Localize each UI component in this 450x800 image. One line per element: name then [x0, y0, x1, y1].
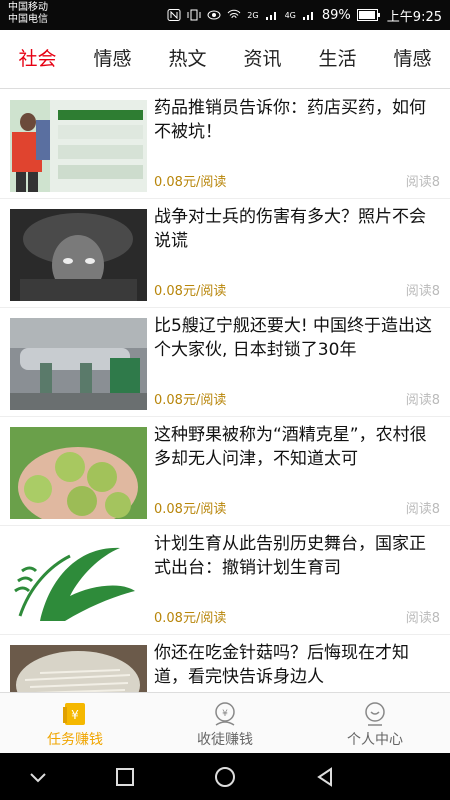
article-title: 药品推销员告诉你：药店买药，如何不被坑！	[154, 98, 426, 142]
article-thumbnail	[10, 318, 147, 410]
article-item[interactable]: 你还在吃金针菇吗？后悔现在才知道，看完快告诉身边人	[0, 635, 450, 692]
carrier-primary: 中国移动	[8, 2, 48, 13]
article-read-count: 阅读8	[405, 393, 440, 408]
tab-emotion-2[interactable]: 情感	[375, 30, 450, 88]
article-item[interactable]: 这种野果被称为“酒精克星”，农村很多却无人问津，不知道太可 0.08元/阅读 阅…	[0, 417, 450, 526]
vibrate-icon	[187, 9, 201, 21]
tab-life[interactable]: 生活	[300, 30, 375, 88]
article-thumbnail	[10, 536, 147, 628]
status-icons: 2G 4G 89% 上午9:25	[167, 0, 442, 30]
article-list: 药品推销员告诉你：药店买药，如何不被坑！ 0.08元/阅读 阅读8 战争对士兵的…	[0, 90, 450, 692]
article-title: 战争对士兵的伤害有多大？照片不会说谎	[154, 207, 426, 251]
article-read-count: 阅读8	[405, 284, 440, 299]
nav-apprentice-earn[interactable]: ¥ 收徒赚钱	[150, 693, 300, 754]
article-title: 计划生育从此告别历史舞台，国家正式出台：撤销计划生育司	[154, 534, 426, 578]
apprentice-icon: ¥	[215, 702, 235, 726]
bottom-nav: ¥ 任务赚钱 ¥ 收徒赚钱 个人中心	[0, 692, 450, 754]
article-thumbnail	[10, 427, 147, 519]
network-4g-label: 4G	[284, 10, 296, 20]
article-thumbnail	[10, 645, 147, 692]
svg-text:¥: ¥	[71, 708, 79, 722]
nav-task-earn[interactable]: ¥ 任务赚钱	[0, 693, 150, 754]
clock: 上午9:25	[386, 9, 442, 25]
nav-task-earn-label: 任务赚钱	[47, 732, 103, 748]
home-icon[interactable]	[213, 765, 237, 789]
nav-profile[interactable]: 个人中心	[300, 693, 450, 754]
tab-news[interactable]: 资讯	[225, 30, 300, 88]
article-thumbnail	[10, 100, 147, 192]
article-reward: 0.08元/阅读	[154, 393, 227, 408]
tab-hot[interactable]: 热文	[150, 30, 225, 88]
article-reward: 0.08元/阅读	[154, 611, 227, 626]
article-read-count: 阅读8	[405, 175, 440, 190]
article-reward: 0.08元/阅读	[154, 175, 227, 190]
status-bar: 中国移动 中国电信 2G 4G 89% 上午9:25	[0, 0, 450, 30]
battery-percent: 89%	[321, 7, 351, 23]
battery-icon	[356, 9, 380, 21]
category-tabs: 社会 情感 热文 资讯 生活 情感	[0, 30, 450, 89]
recent-apps-icon[interactable]	[113, 765, 137, 789]
article-read-count: 阅读8	[405, 502, 440, 517]
carrier-secondary: 中国电信	[8, 14, 48, 25]
article-title: 这种野果被称为“酒精克星”，农村很多却无人问津，不知道太可	[154, 425, 427, 469]
nfc-icon	[167, 9, 181, 21]
article-thumbnail	[10, 209, 147, 301]
signal-icon-2	[302, 12, 313, 20]
article-item[interactable]: 计划生育从此告别历史舞台，国家正式出台：撤销计划生育司 0.08元/阅读 阅读8	[0, 526, 450, 635]
system-nav-bar	[0, 753, 450, 800]
back-icon[interactable]	[313, 765, 337, 789]
nav-apprentice-earn-label: 收徒赚钱	[197, 732, 253, 748]
article-item[interactable]: 比5艘辽宁舰还要大! 中国终于造出这个大家伙, 日本封锁了30年 0.08元/阅…	[0, 308, 450, 417]
article-title: 比5艘辽宁舰还要大! 中国终于造出这个大家伙, 日本封锁了30年	[154, 316, 433, 360]
wifi-icon	[227, 9, 241, 19]
article-title: 你还在吃金针菇吗？后悔现在才知道，看完快告诉身边人	[154, 643, 409, 687]
article-read-count: 阅读8	[405, 611, 440, 626]
carrier-info: 中国移动 中国电信	[8, 2, 48, 26]
network-2g-label: 2G	[247, 10, 259, 20]
article-item[interactable]: 药品推销员告诉你：药店买药，如何不被坑！ 0.08元/阅读 阅读8	[0, 90, 450, 199]
yuan-wallet-icon: ¥	[63, 703, 85, 725]
svg-text:¥: ¥	[222, 709, 228, 719]
article-reward: 0.08元/阅读	[154, 284, 227, 299]
article-item[interactable]: 战争对士兵的伤害有多大？照片不会说谎 0.08元/阅读 阅读8	[0, 199, 450, 308]
eye-icon	[207, 10, 221, 20]
tab-emotion[interactable]: 情感	[75, 30, 150, 88]
nav-profile-label: 个人中心	[347, 732, 403, 748]
article-reward: 0.08元/阅读	[154, 502, 227, 517]
signal-icon	[265, 12, 276, 20]
user-icon	[365, 702, 385, 726]
hide-nav-icon[interactable]	[26, 765, 50, 789]
tab-society[interactable]: 社会	[0, 30, 75, 88]
